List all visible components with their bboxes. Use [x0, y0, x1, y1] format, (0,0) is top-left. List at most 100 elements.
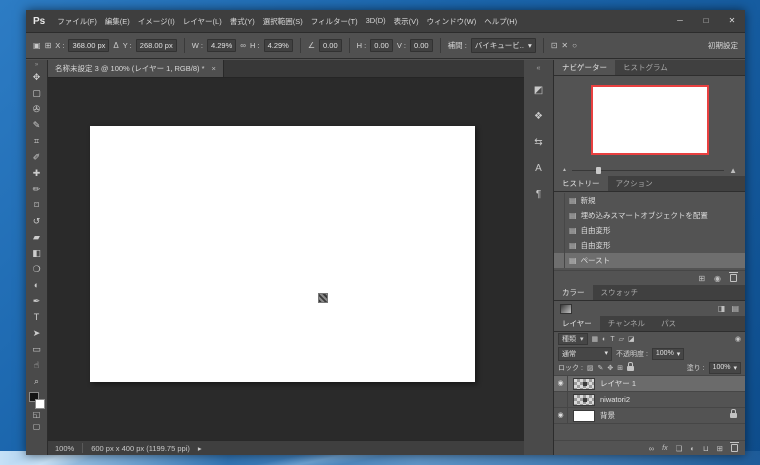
filter-kind-select[interactable]: 種類 ▾	[558, 333, 588, 345]
y-value-field[interactable]: 268.00 px	[136, 39, 177, 52]
zoom-in-icon[interactable]: ▲	[729, 166, 737, 175]
tool-preset-icon[interactable]: ▣	[33, 41, 41, 50]
menu-item-select[interactable]: 選択範囲(S)	[263, 16, 303, 27]
filter-pixel-layers-icon[interactable]: ▦	[592, 335, 599, 343]
tools-collapse-icon[interactable]: »	[35, 61, 38, 69]
clone-stamp-tool[interactable]: ⌑	[26, 197, 47, 213]
reference-point-locator-icon[interactable]: ⊞	[45, 41, 52, 50]
navigator-preview[interactable]	[591, 85, 709, 155]
tab-layers[interactable]: レイヤー	[554, 316, 600, 331]
history-item[interactable]: ▤ 埋め込みスマートオブジェクトを配置	[554, 208, 745, 223]
menu-item-filter[interactable]: フィルター(T)	[311, 16, 358, 27]
commit-transform-button[interactable]: ○	[572, 41, 577, 50]
delete-layer-button[interactable]	[731, 444, 738, 452]
history-item[interactable]: ▤ 自由変形	[554, 238, 745, 253]
filter-shape-layers-icon[interactable]: ▱	[619, 335, 624, 343]
lasso-tool[interactable]: ✇	[26, 101, 47, 117]
libraries-panel-icon[interactable]: ⇆	[528, 135, 550, 150]
lock-image-pixels-icon[interactable]: ✎	[598, 364, 604, 372]
layer-thumbnail[interactable]	[573, 378, 595, 390]
visibility-eye-icon[interactable]	[554, 392, 568, 408]
filter-type-layers-icon[interactable]: T	[610, 336, 614, 343]
tab-actions[interactable]: アクション	[608, 176, 661, 191]
layer-row-background[interactable]: ◉ 背景	[554, 408, 745, 424]
layer-effects-button[interactable]: fx	[662, 445, 667, 452]
lock-artboard-icon[interactable]: ⊞	[617, 364, 623, 372]
tab-channels[interactable]: チャンネル	[600, 316, 653, 331]
visibility-eye-icon[interactable]: ◉	[554, 376, 568, 392]
menu-item-window[interactable]: ウィンドウ(W)	[427, 16, 477, 27]
menu-item-file[interactable]: ファイル(F)	[57, 16, 97, 27]
quick-selection-tool[interactable]: ✎	[26, 117, 47, 133]
layer-row-niwatori2[interactable]: niwatori2	[554, 392, 745, 408]
w-value-field[interactable]: 4.29%	[207, 39, 236, 52]
zoom-level-field[interactable]: 100%	[55, 444, 74, 453]
adjustment-layer-button[interactable]: ◐	[690, 444, 695, 453]
workspace-select[interactable]: 初期設定	[708, 40, 738, 51]
lock-transparent-pixels-icon[interactable]: ▨	[587, 364, 594, 372]
layer-name[interactable]: レイヤー 1	[600, 378, 636, 389]
menu-item-help[interactable]: ヘルプ(H)	[484, 16, 517, 27]
layer-thumbnail[interactable]	[573, 410, 595, 422]
canvas[interactable]	[90, 126, 475, 382]
move-tool[interactable]: ✥	[26, 69, 47, 85]
minimize-button[interactable]: ─	[667, 10, 693, 32]
fill-field[interactable]: 100% ▾	[709, 362, 741, 374]
color-picker-swatch[interactable]	[560, 304, 572, 314]
eraser-tool[interactable]: ▰	[26, 229, 47, 245]
spot-healing-brush-tool[interactable]: ✚	[26, 165, 47, 181]
type-tool[interactable]: T	[26, 309, 47, 325]
blur-tool[interactable]: ❍	[26, 261, 47, 277]
layer-row-layer1[interactable]: ◉ レイヤー 1	[554, 376, 745, 392]
pasted-object[interactable]	[319, 294, 327, 302]
layer-thumbnail[interactable]	[573, 394, 595, 406]
menu-item-3d[interactable]: 3D(D)	[366, 16, 386, 27]
layer-name[interactable]: 背景	[600, 410, 615, 421]
status-menu-chevron-icon[interactable]: ▸	[198, 444, 202, 453]
history-item[interactable]: ▤ 自由変形	[554, 223, 745, 238]
crop-tool[interactable]: ⌗	[26, 133, 47, 149]
blend-mode-select[interactable]: 通常 ▾	[558, 347, 612, 361]
lock-all-icon[interactable]	[627, 366, 634, 371]
paragraph-panel-icon[interactable]: ¶	[528, 187, 550, 202]
tab-swatches[interactable]: スウォッチ	[593, 285, 647, 300]
filter-smart-objects-icon[interactable]: ◪	[628, 335, 635, 343]
opacity-field[interactable]: 100% ▾	[652, 348, 684, 360]
menu-item-edit[interactable]: 編集(E)	[105, 16, 130, 27]
tab-close-icon[interactable]: ×	[212, 64, 216, 73]
visibility-eye-icon[interactable]: ◉	[554, 408, 568, 424]
history-source-well[interactable]	[554, 238, 565, 253]
delete-state-button[interactable]	[730, 274, 737, 282]
lock-position-icon[interactable]: ✥	[607, 364, 613, 372]
history-item[interactable]: ▤ 新規	[554, 193, 745, 208]
pen-tool[interactable]: ✒	[26, 293, 47, 309]
layer-filter-on-off-toggle[interactable]: ◉	[735, 335, 741, 343]
history-source-well[interactable]	[554, 223, 565, 238]
rectangle-tool[interactable]: ▭	[26, 341, 47, 357]
brush-tool[interactable]: ✏	[26, 181, 47, 197]
expand-panels-icon[interactable]: «	[537, 65, 541, 72]
skew-h-value-field[interactable]: 0.00	[370, 39, 393, 52]
menu-item-image[interactable]: イメージ(I)	[138, 16, 175, 27]
relative-position-toggle[interactable]: Δ	[113, 41, 118, 50]
maximize-button[interactable]: □	[693, 10, 719, 32]
zoom-tool[interactable]: ⌕	[26, 373, 47, 389]
new-layer-button[interactable]: ⊞	[717, 444, 723, 453]
history-source-well[interactable]	[554, 193, 565, 208]
screen-mode-button[interactable]: ▢	[26, 421, 47, 433]
tab-history[interactable]: ヒストリー	[554, 176, 608, 191]
quick-mask-button[interactable]: ◱	[26, 409, 47, 421]
history-item-selected[interactable]: ▤ ペースト	[554, 253, 745, 268]
color-ramp-icon[interactable]: ◨	[718, 304, 726, 313]
warp-mode-toggle-button[interactable]: ⊡	[551, 41, 558, 50]
cancel-transform-button[interactable]: ✕	[561, 41, 568, 50]
zoom-slider-thumb[interactable]	[596, 167, 601, 174]
history-source-well[interactable]	[554, 208, 565, 223]
h-value-field[interactable]: 4.29%	[264, 39, 293, 52]
styles-panel-icon[interactable]: ❖	[528, 109, 550, 124]
path-selection-tool[interactable]: ➤	[26, 325, 47, 341]
background-color-swatch[interactable]	[35, 399, 45, 409]
close-button[interactable]: ✕	[719, 10, 745, 32]
hand-tool[interactable]: ☝	[26, 357, 47, 373]
link-layers-button[interactable]: ∞	[649, 444, 654, 453]
